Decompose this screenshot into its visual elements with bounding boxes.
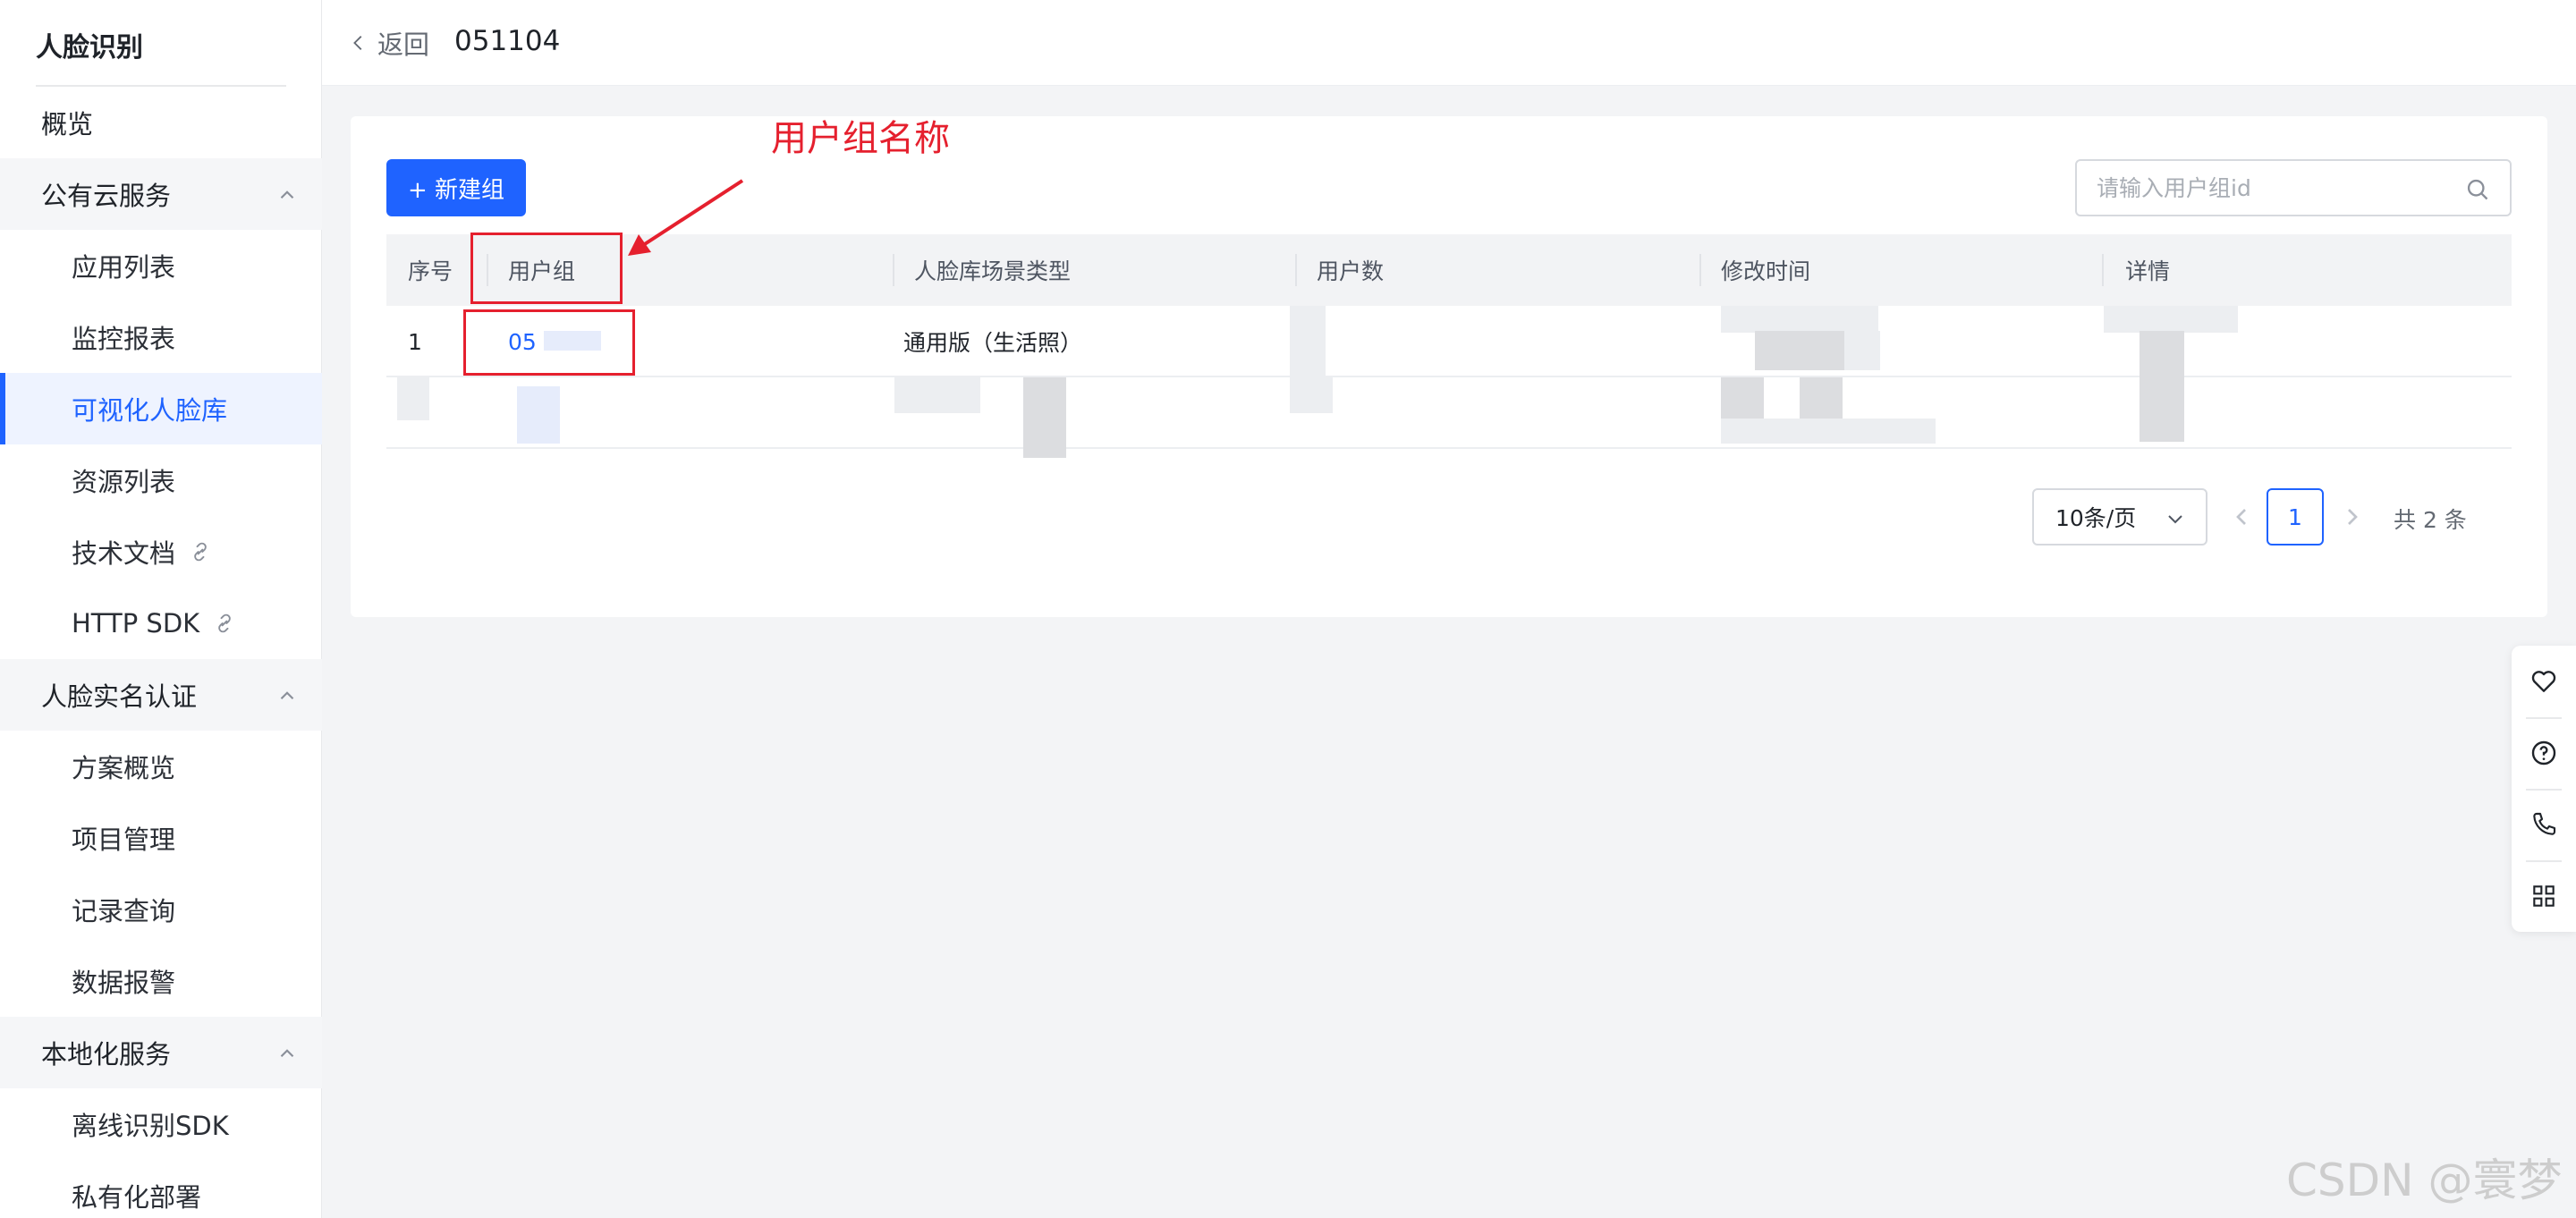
page-number-button[interactable]: 1: [2267, 488, 2324, 546]
column-header-user-count: 用户数: [1317, 258, 1385, 284]
cell-scene-type: 通用版（生活照）: [903, 330, 1083, 356]
column-divider: [893, 254, 894, 286]
sidebar-item-data-alert[interactable]: 数据报警: [0, 945, 322, 1017]
sidebar-item-monitor-report[interactable]: 监控报表: [0, 301, 322, 373]
sidebar-item-app-list[interactable]: 应用列表: [0, 230, 322, 301]
search-icon[interactable]: [2465, 177, 2490, 202]
sidebar-item-record-query[interactable]: 记录查询: [0, 874, 322, 945]
sidebar-item-tech-docs[interactable]: 技术文档: [0, 516, 322, 588]
search-box: [2075, 159, 2512, 216]
sidebar-item-project-management[interactable]: 项目管理: [0, 802, 322, 874]
sidebar-item-resource-list[interactable]: 资源列表: [0, 444, 322, 516]
sidebar-group-public-cloud[interactable]: 公有云服务: [0, 158, 322, 230]
floating-toolbar: [2512, 646, 2576, 932]
prev-page-icon[interactable]: [2227, 503, 2256, 531]
column-header-details: 详情: [2125, 258, 2171, 284]
sidebar-item-label: 应用列表: [72, 252, 176, 283]
sidebar-item-label: HTTP SDK: [72, 608, 200, 639]
sidebar-item-label: 方案概览: [72, 753, 176, 783]
blurred-region: [2104, 306, 2238, 333]
chevron-left-icon: [353, 36, 362, 50]
column-divider: [2102, 254, 2104, 286]
blurred-region: [894, 377, 980, 413]
blurred-region: [2140, 331, 2184, 377]
sidebar-item-http-sdk[interactable]: HTTP SDK: [0, 588, 322, 659]
blurred-region: [1721, 419, 1936, 444]
column-divider: [1699, 254, 1701, 286]
sidebar-item-label: 离线识别SDK: [72, 1111, 229, 1141]
next-page-icon[interactable]: [2338, 503, 2367, 531]
grid-icon: [2533, 885, 2555, 907]
sidebar-item-label: 私有化部署: [72, 1182, 202, 1213]
page-size-value: 10条/页: [2055, 505, 2137, 531]
sidebar-item-label: 监控报表: [72, 324, 176, 354]
blurred-region: [1023, 377, 1066, 458]
sidebar-item-offline-sdk[interactable]: 离线识别SDK: [0, 1088, 322, 1160]
sidebar-item-label: 可视化人脸库: [72, 395, 228, 426]
back-label: 返回: [377, 30, 430, 60]
blurred-region: [397, 377, 429, 420]
help-icon: [2531, 740, 2556, 765]
blurred-region: [1844, 331, 1880, 370]
sidebar-title: 人脸识别: [36, 32, 143, 63]
blurred-region: [1721, 377, 1764, 419]
help-tool[interactable]: [2512, 717, 2576, 789]
blurred-region: [517, 386, 560, 444]
favorite-tool[interactable]: [2512, 646, 2576, 717]
sidebar-item-label: 记录查询: [72, 896, 176, 926]
back-button[interactable]: 返回: [349, 23, 429, 63]
table-row: [386, 377, 2512, 458]
blurred-region: [1800, 377, 1843, 419]
sidebar-item-label: 技术文档: [72, 538, 176, 569]
sidebar-item-label: 项目管理: [72, 825, 176, 855]
apps-tool[interactable]: [2512, 860, 2576, 932]
annotation-label: 用户组名称: [771, 118, 950, 159]
sidebar-group-local-service[interactable]: 本地化服务: [0, 1017, 322, 1088]
sidebar-group-face-verification[interactable]: 人脸实名认证: [0, 659, 322, 731]
sidebar-item-label: 公有云服务: [41, 181, 172, 211]
link-icon: [218, 613, 231, 633]
page-size-select[interactable]: 10条/页: [2032, 488, 2207, 546]
search-input[interactable]: [2097, 170, 2454, 206]
phone-icon: [2533, 812, 2556, 835]
blurred-region: [2140, 377, 2184, 442]
column-header-modified-time: 修改时间: [1721, 258, 1811, 284]
table-row: 1 05 通用版（生活照）: [386, 306, 2512, 377]
blurred-region: [1290, 306, 1326, 377]
blurred-region: [1290, 377, 1333, 413]
sidebar-item-private-deploy[interactable]: 私有化部署: [0, 1160, 322, 1218]
heart-icon: [2531, 671, 2556, 692]
sidebar-item-label: 资源列表: [72, 467, 176, 497]
watermark: CSDN @寰梦: [2286, 1155, 2563, 1206]
annotation-arrow-icon: [628, 179, 744, 256]
phone-tool[interactable]: [2512, 789, 2576, 860]
annotation-box-header: [470, 233, 623, 304]
sidebar-item-label: 概览: [41, 109, 94, 140]
new-group-button[interactable]: + 新建组: [386, 159, 526, 216]
column-divider: [1295, 254, 1297, 286]
sidebar-item-overview[interactable]: 概览: [0, 87, 322, 158]
chevron-down-icon: [2168, 515, 2182, 524]
column-header-scene-type: 人脸库场景类型: [914, 258, 1072, 284]
chevron-up-icon: [280, 1049, 294, 1058]
blurred-region: [1755, 331, 1844, 370]
link-icon: [194, 542, 207, 562]
chevron-up-icon: [280, 691, 294, 700]
sidebar-item-solution-overview[interactable]: 方案概览: [0, 731, 322, 802]
cell-index: 1: [408, 328, 422, 355]
annotation-box-cell: [463, 309, 635, 376]
sidebar-item-label: 本地化服务: [41, 1039, 172, 1070]
sidebar-item-visual-face-library[interactable]: 可视化人脸库: [0, 373, 322, 444]
blurred-region: [1721, 306, 1878, 333]
total-count: 共 2 条: [2394, 507, 2467, 533]
sidebar: 人脸识别 概览 公有云服务 应用列表 监控报表 可视化人脸库 资源列表 技术文档…: [0, 0, 322, 1218]
column-header-index: 序号: [408, 258, 453, 284]
page-title: 051104: [454, 25, 561, 57]
sidebar-item-label: 人脸实名认证: [41, 681, 198, 712]
page-header: 返回 051104: [322, 0, 2576, 86]
sidebar-item-label: 数据报警: [72, 968, 176, 998]
chevron-up-icon: [280, 190, 294, 199]
